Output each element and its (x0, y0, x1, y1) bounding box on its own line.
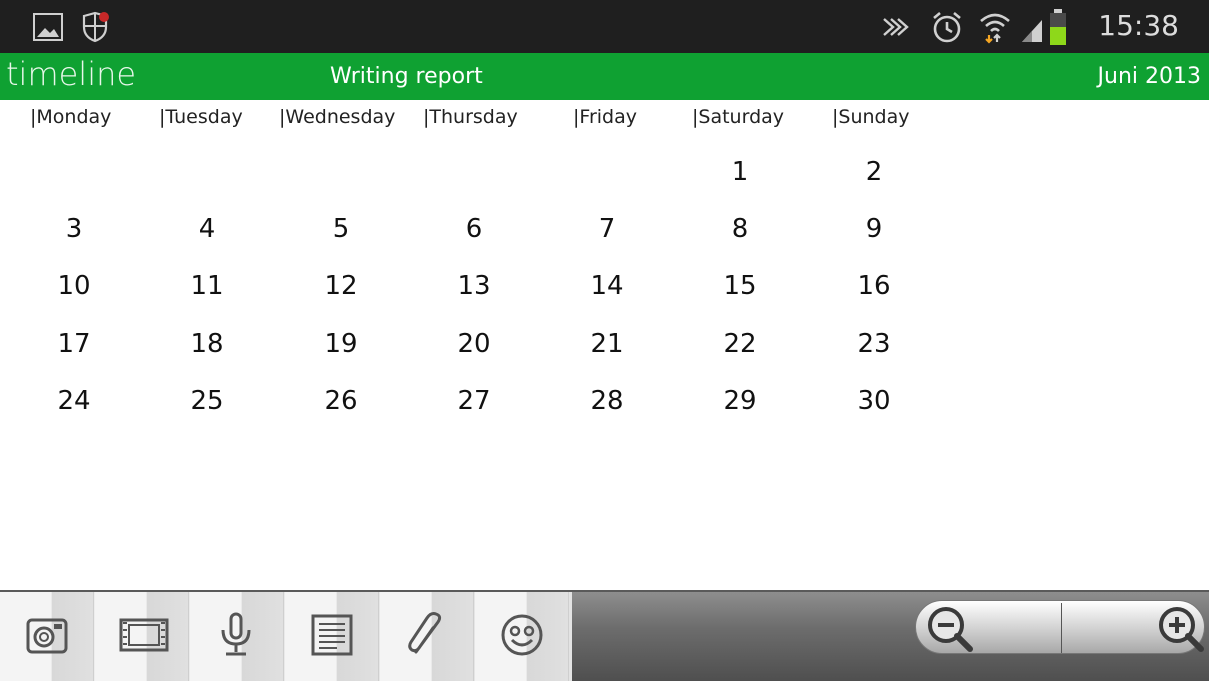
weekday-sunday: |Sunday (832, 106, 910, 128)
day-cell[interactable]: 28 (567, 386, 647, 416)
day-cell[interactable]: 14 (567, 271, 647, 301)
paperclip-icon (408, 612, 442, 654)
day-cell[interactable]: 4 (167, 214, 247, 244)
day-cell[interactable]: 11 (167, 271, 247, 301)
text-note-icon (311, 614, 353, 656)
weekday-wednesday: |Wednesday (279, 106, 396, 128)
day-cell[interactable]: 30 (834, 386, 914, 416)
day-cell[interactable]: 21 (567, 329, 647, 359)
day-cell[interactable]: 6 (434, 214, 514, 244)
page-title: Writing report (330, 64, 483, 89)
weekday-saturday: |Saturday (692, 106, 785, 128)
day-cell[interactable]: 25 (167, 386, 247, 416)
camera-button[interactable] (0, 592, 94, 681)
zoom-in-button[interactable] (1062, 601, 1207, 655)
day-cell[interactable]: 3 (34, 214, 114, 244)
day-cell[interactable]: 2 (834, 157, 914, 187)
zoom-out-button[interactable] (916, 601, 1061, 655)
film-icon (119, 618, 169, 652)
camera-icon (26, 618, 68, 654)
wifi-icon (978, 10, 1012, 49)
image-icon (32, 11, 64, 48)
battery-icon (1048, 8, 1068, 51)
day-cell[interactable]: 10 (34, 271, 114, 301)
alarm-icon (930, 10, 964, 49)
day-cell[interactable]: 7 (567, 214, 647, 244)
day-cell[interactable]: 8 (700, 214, 780, 244)
weekday-tuesday: |Tuesday (159, 106, 243, 128)
app-header: timeline Writing report Juni 2013 (0, 53, 1209, 100)
attachment-button[interactable] (380, 592, 474, 681)
weekday-friday: |Friday (573, 106, 637, 128)
day-cell[interactable]: 18 (167, 329, 247, 359)
day-cell[interactable]: 27 (434, 386, 514, 416)
signal-icon (1020, 14, 1046, 49)
status-bar: 15:38 (0, 0, 1209, 53)
clock-time: 15:38 (1098, 9, 1179, 42)
month-label[interactable]: Juni 2013 (1098, 64, 1201, 89)
audio-button[interactable] (190, 592, 284, 681)
day-cell[interactable]: 15 (700, 271, 780, 301)
day-cell[interactable]: 16 (834, 271, 914, 301)
smiley-icon (501, 614, 543, 656)
zoom-in-icon (1159, 607, 1204, 652)
day-cell[interactable]: 19 (301, 329, 381, 359)
day-cell[interactable]: 9 (834, 214, 914, 244)
bottom-toolbar (0, 590, 1209, 681)
day-cell[interactable]: 1 (700, 157, 780, 187)
zoom-control (915, 600, 1205, 654)
day-cell[interactable]: 26 (301, 386, 381, 416)
mood-button[interactable] (475, 592, 569, 681)
shield-icon (80, 11, 110, 48)
day-cell[interactable]: 13 (434, 271, 514, 301)
day-cell[interactable]: 23 (834, 329, 914, 359)
day-cell[interactable]: 20 (434, 329, 514, 359)
zoom-out-icon (928, 607, 973, 652)
day-cell[interactable]: 17 (34, 329, 114, 359)
media-tool-strip (0, 592, 572, 681)
nfc-icon (881, 13, 911, 46)
text-note-button[interactable] (285, 592, 379, 681)
day-cell[interactable]: 22 (700, 329, 780, 359)
microphone-icon (221, 612, 251, 656)
day-cell[interactable]: 24 (34, 386, 114, 416)
app-logo: timeline (6, 55, 137, 93)
day-cell[interactable]: 5 (301, 214, 381, 244)
video-button[interactable] (95, 592, 189, 681)
weekday-thursday: |Thursday (423, 106, 518, 128)
day-cell[interactable]: 12 (301, 271, 381, 301)
weekday-monday: |Monday (30, 106, 112, 128)
day-cell[interactable]: 29 (700, 386, 780, 416)
